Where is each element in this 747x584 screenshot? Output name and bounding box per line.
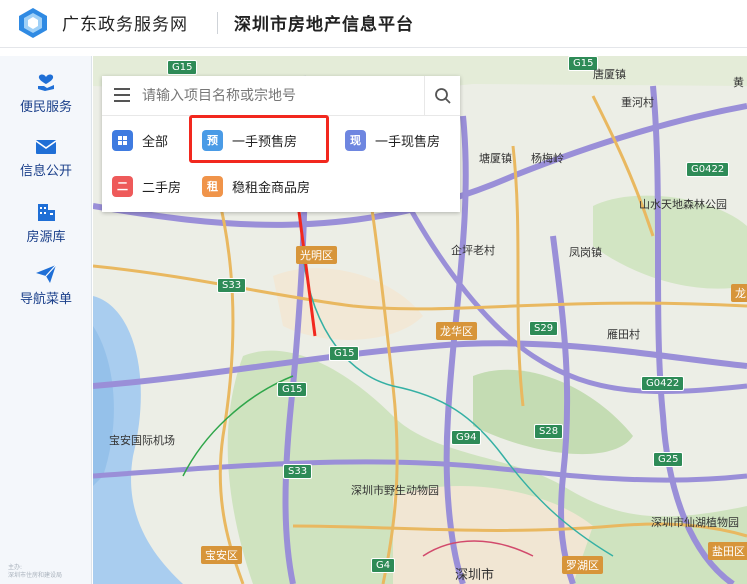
district-label: 宝安区 [201, 546, 242, 564]
road-shield: G15 [329, 346, 360, 361]
sidebar: 便民服务 信息公开 房源库 导航菜单 主办: 深圳市住房和建设局 [0, 56, 92, 584]
search-bar [102, 76, 460, 116]
road-shield: G0422 [641, 376, 685, 391]
envelope-icon [35, 140, 57, 154]
place-label: 杨梅岭 [531, 152, 564, 165]
header-divider [217, 12, 218, 34]
search-input[interactable] [142, 84, 412, 108]
road-shield: S33 [217, 278, 247, 293]
road-shield: S29 [529, 321, 559, 336]
second-hand-badge: 二 [112, 175, 133, 197]
road-shield: G94 [451, 430, 482, 445]
sidebar-item-listings[interactable]: 房源库 [0, 202, 92, 262]
category-second-hand[interactable]: 二 二手房 [112, 174, 181, 198]
presale-badge: 预 [202, 129, 223, 151]
place-label: 深圳市 [455, 568, 495, 583]
category-all[interactable]: 全部 [112, 128, 168, 152]
sidebar-item-convenience[interactable]: 便民服务 [0, 70, 92, 130]
portal-name[interactable]: 广东政务服务网 [62, 10, 188, 35]
place-label: 深圳市仙湖植物园 [651, 516, 739, 529]
road-shield: G15 [277, 382, 308, 397]
place-label: 企坪老村 [451, 244, 495, 257]
search-panel: 全部 预 一手预售房 现 一手现售房 二 二手房 租 稳租金商品房 [102, 76, 460, 212]
road-shield: S33 [283, 464, 313, 479]
place-label: 唐厦镇 [593, 68, 626, 81]
road-shield: G25 [653, 452, 684, 467]
district-label: 龙岗 [731, 284, 747, 302]
category-presale[interactable]: 预 一手预售房 [202, 128, 297, 152]
building-icon [38, 204, 55, 221]
category-label: 二手房 [142, 180, 182, 196]
place-label: 塘厦镇 [479, 152, 512, 165]
category-label: 全部 [142, 134, 169, 150]
menu-icon[interactable] [114, 88, 130, 102]
spot-sale-badge: 现 [345, 129, 366, 151]
road-shield: G15 [167, 60, 198, 75]
place-label: 重河村 [621, 96, 654, 109]
guangdong-gov-logo-icon[interactable] [16, 6, 50, 40]
district-label: 盐田区 [708, 542, 747, 560]
heart-hand-icon [38, 74, 54, 91]
search-button[interactable] [424, 76, 460, 116]
category-label: 一手现售房 [375, 134, 441, 150]
sidebar-item-nav-menu[interactable]: 导航菜单 [0, 264, 92, 324]
place-label: 凤岗镇 [569, 246, 602, 259]
sidebar-item-label: 房源库 [26, 230, 66, 245]
place-label: 黄 [733, 76, 744, 89]
category-label: 稳租金商品房 [232, 180, 311, 196]
road-shield: S28 [534, 424, 564, 439]
place-label: 深圳市野生动物园 [351, 484, 439, 497]
category-stable-rent[interactable]: 租 稳租金商品房 [202, 174, 310, 198]
road-shield: G0422 [686, 162, 730, 177]
sidebar-item-label: 信息公开 [19, 164, 72, 179]
sidebar-item-label: 便民服务 [19, 100, 72, 115]
place-label: 雁田村 [607, 328, 640, 341]
road-shield: G4 [371, 558, 396, 573]
category-spot-sale[interactable]: 现 一手现售房 [345, 128, 440, 152]
district-label: 罗湖区 [562, 556, 603, 574]
paper-plane-icon [36, 264, 57, 283]
place-label: 山水天地森林公园 [639, 198, 727, 211]
top-header: 广东政务服务网 深圳市房地产信息平台 [0, 0, 747, 48]
platform-name: 深圳市房地产信息平台 [234, 15, 414, 35]
stable-rent-badge: 租 [202, 175, 223, 197]
sidebar-footer: 主办: 深圳市住房和建设局 [8, 564, 63, 579]
district-label: 龙华区 [436, 322, 477, 340]
sidebar-item-label: 导航菜单 [19, 292, 72, 307]
sidebar-item-info-public[interactable]: 信息公开 [0, 138, 92, 198]
place-label: 宝安国际机场 [109, 434, 175, 447]
grid-icon [112, 129, 133, 151]
search-icon [435, 88, 451, 104]
district-label: 光明区 [296, 246, 337, 264]
category-label: 一手预售房 [232, 134, 298, 150]
